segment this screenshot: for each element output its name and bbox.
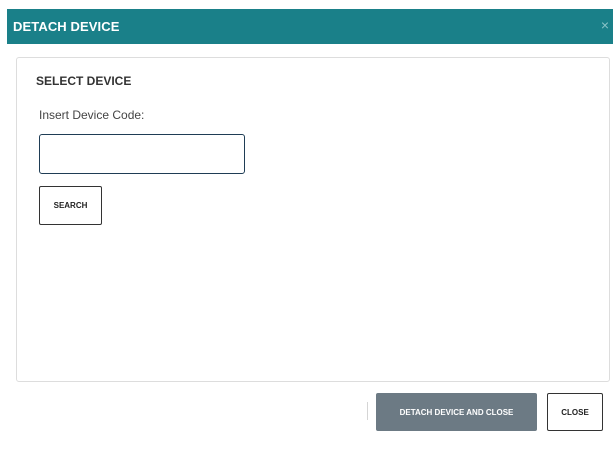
- close-button[interactable]: CLOSE: [547, 393, 603, 431]
- device-code-label: Insert Device Code:: [39, 108, 145, 122]
- close-icon[interactable]: ×: [601, 18, 609, 32]
- device-code-input[interactable]: [39, 134, 245, 174]
- section-title: SELECT DEVICE: [36, 74, 132, 88]
- footer-divider: [367, 402, 368, 420]
- search-button[interactable]: SEARCH: [39, 186, 102, 225]
- select-device-panel: SELECT DEVICE Insert Device Code: SEARCH: [16, 57, 610, 382]
- detach-device-and-close-button[interactable]: DETACH DEVICE AND CLOSE: [376, 393, 537, 431]
- dialog-title: DETACH DEVICE: [13, 19, 120, 34]
- detach-device-dialog: DETACH DEVICE × SELECT DEVICE Insert Dev…: [0, 0, 613, 463]
- dialog-titlebar: DETACH DEVICE ×: [7, 9, 613, 44]
